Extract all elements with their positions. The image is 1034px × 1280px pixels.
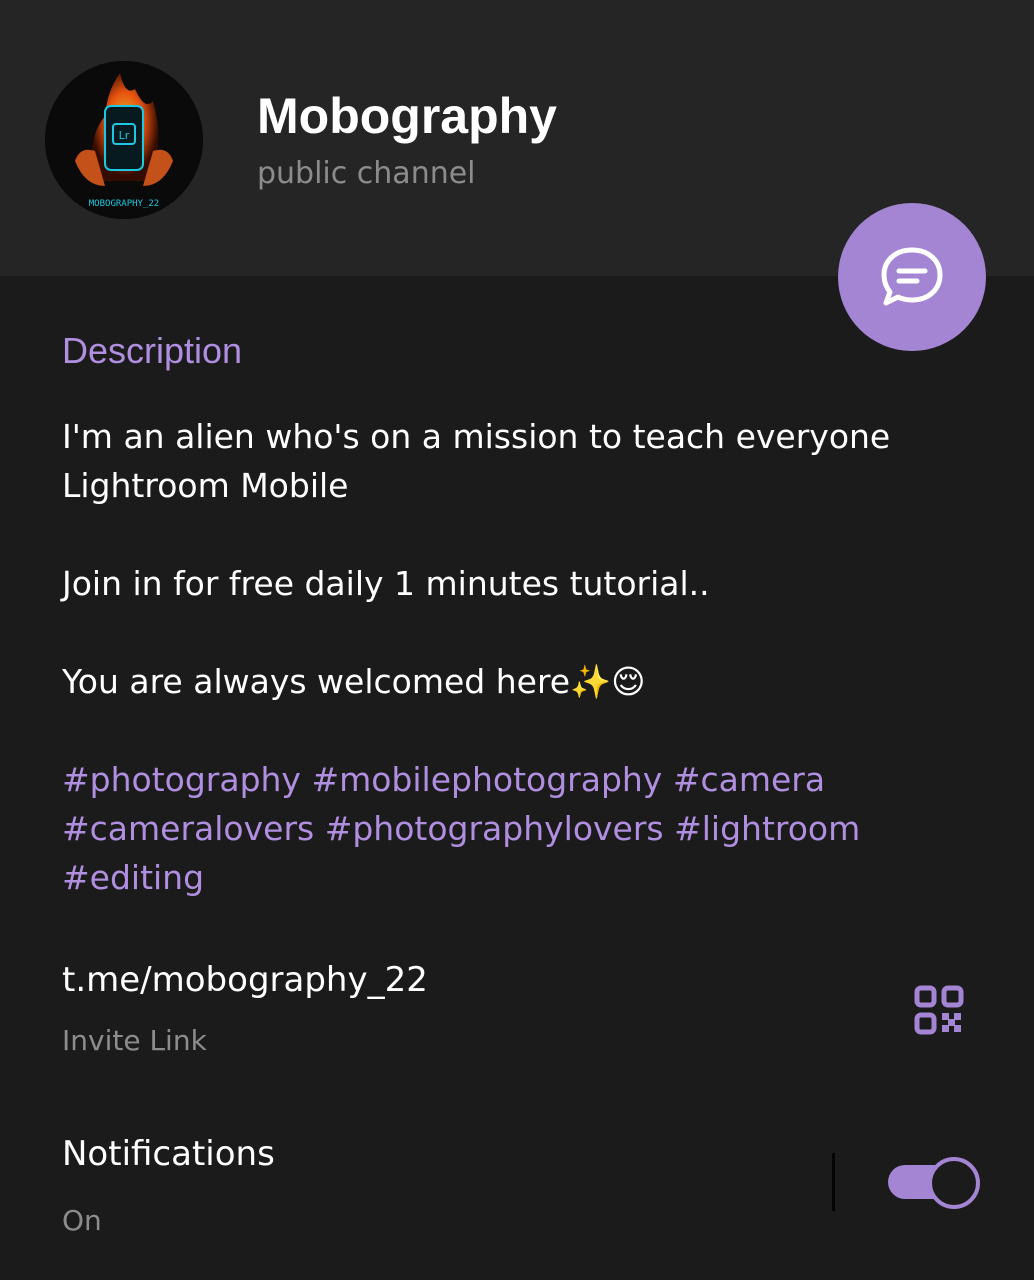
description-heading: Description: [62, 330, 243, 371]
channel-description: I'm an alien who's on a mission to teach…: [62, 412, 962, 902]
description-line: You are always welcomed here✨😌: [62, 662, 646, 701]
notifications-toggle[interactable]: [888, 1156, 980, 1209]
notifications-label[interactable]: Notifications: [62, 1134, 275, 1174]
channel-title: Mobography: [257, 88, 557, 144]
avatar-logo-icon: Lr MOBOGRAPHY_22: [45, 61, 203, 219]
description-line: I'm an alien who's on a mission to teach…: [62, 417, 891, 505]
divider: [832, 1153, 835, 1211]
discuss-button[interactable]: [838, 203, 986, 351]
qr-code-icon[interactable]: [914, 985, 964, 1035]
channel-avatar[interactable]: Lr MOBOGRAPHY_22: [45, 61, 203, 219]
chat-bubble-icon: [881, 247, 943, 306]
description-line: Join in for free daily 1 minutes tutoria…: [62, 564, 710, 603]
notifications-status: On: [62, 1204, 102, 1237]
hashtags[interactable]: #photography #mobilephotography #camera …: [62, 755, 962, 902]
invite-link-label: Invite Link: [62, 1024, 207, 1057]
toggle-knob: [928, 1157, 980, 1209]
channel-type: public channel: [257, 156, 476, 191]
invite-link[interactable]: t.me/mobography_22: [62, 960, 428, 1000]
svg-text:Lr: Lr: [119, 129, 130, 142]
avatar-caption: MOBOGRAPHY_22: [89, 199, 159, 209]
